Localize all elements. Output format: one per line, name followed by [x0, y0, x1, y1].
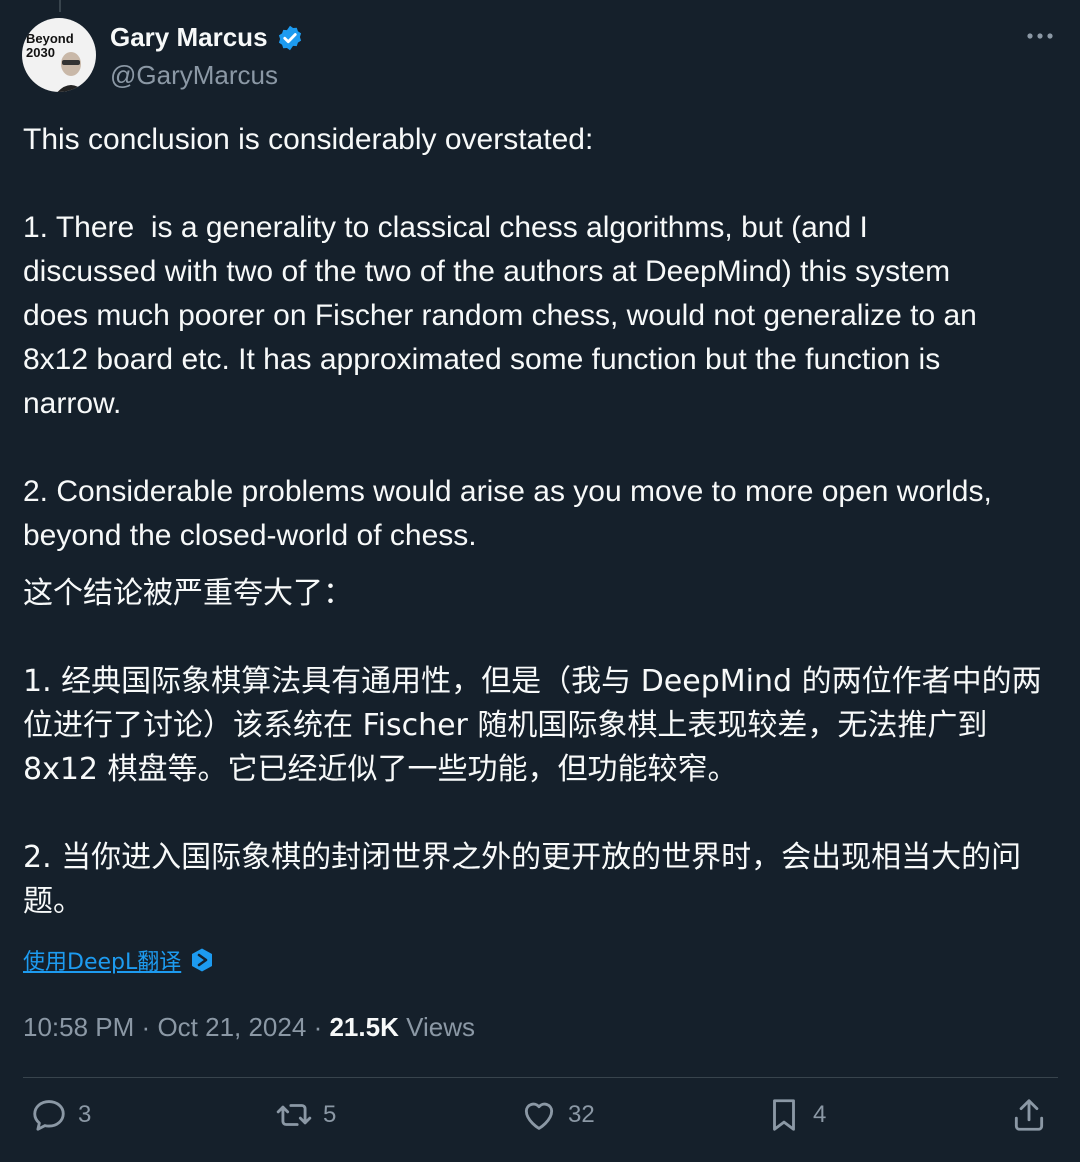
post-text-chinese: 这个结论被严重夸大了： 1. 经典国际象棋算法具有通用性，但是（我与 DeepM… — [23, 576, 1042, 919]
translate-link[interactable]: 使用DeepL翻译 — [23, 944, 181, 976]
thread-connector-line — [59, 0, 61, 12]
meta-separator: · — [141, 1012, 151, 1042]
meta-separator: · — [313, 1012, 323, 1042]
repost-icon — [276, 1104, 312, 1126]
avatar[interactable]: Beyond 2030 — [22, 18, 96, 92]
handle[interactable]: @GaryMarcus — [110, 60, 278, 91]
verified-badge-icon[interactable] — [276, 24, 304, 52]
more-options-icon[interactable] — [1024, 24, 1056, 48]
bookmark-icon — [773, 1099, 795, 1131]
deepl-icon — [192, 948, 213, 972]
avatar-portrait-icon — [57, 52, 85, 92]
post-meta: 10:58 PM · Oct 21, 2024 · 21.5K Views — [23, 1012, 475, 1043]
translate-row: 使用DeepL翻译 — [23, 944, 215, 976]
repost-button[interactable]: 5 — [275, 1096, 336, 1134]
share-button[interactable] — [1010, 1096, 1048, 1134]
heart-icon — [524, 1102, 554, 1130]
views-label: Views — [406, 1012, 475, 1042]
display-name[interactable]: Gary Marcus — [110, 22, 268, 53]
repost-count: 5 — [323, 1101, 337, 1128]
reply-icon — [33, 1100, 65, 1131]
name-row: Gary Marcus — [110, 22, 304, 53]
post-header: Beyond 2030 Gary Marcus @GaryMarcus — [22, 18, 1058, 94]
post-date[interactable]: Oct 21, 2024 — [157, 1012, 306, 1042]
share-icon — [1014, 1099, 1044, 1131]
like-button[interactable]: 32 — [520, 1096, 595, 1134]
like-count: 32 — [568, 1101, 595, 1128]
views-count: 21.5K — [329, 1012, 399, 1042]
divider — [23, 1077, 1058, 1078]
post-time[interactable]: 10:58 PM — [23, 1012, 134, 1042]
post-text-english: This conclusion is considerably overstat… — [23, 123, 992, 552]
reply-button[interactable]: 3 — [30, 1096, 91, 1134]
bookmark-button[interactable]: 4 — [765, 1096, 826, 1134]
bookmark-count: 4 — [813, 1101, 827, 1128]
action-bar: 3 5 32 4 — [0, 1096, 1080, 1146]
reply-count: 3 — [78, 1101, 92, 1128]
